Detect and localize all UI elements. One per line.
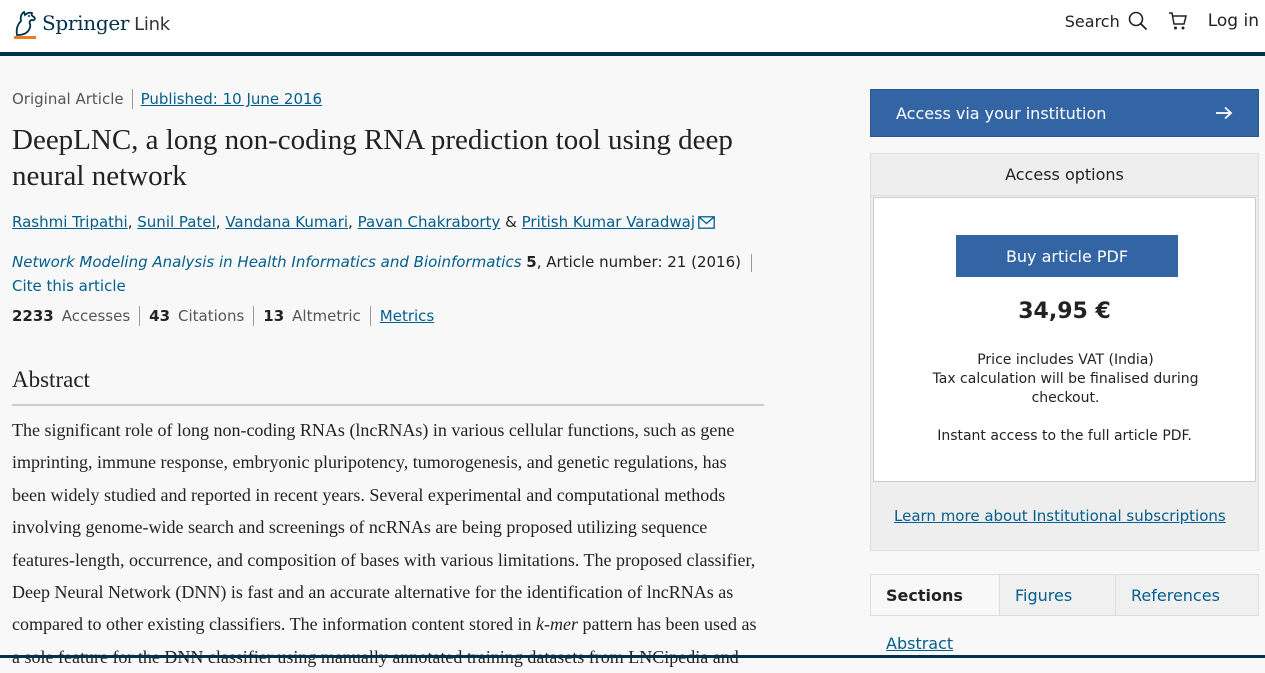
access-options-panel: Access options Buy article PDF 34,95 € P… bbox=[870, 153, 1259, 551]
cart-button[interactable] bbox=[1168, 11, 1188, 31]
buy-article-card: Buy article PDF 34,95 € Price includes V… bbox=[873, 197, 1256, 482]
author-list: Rashmi Tripathi, Sunil Patel, Vandana Ku… bbox=[12, 212, 764, 232]
article-title: DeepLNC, a long non-coding RNA predictio… bbox=[12, 124, 733, 192]
journal-citation: Network Modeling Analysis in Health Info… bbox=[12, 250, 772, 298]
tab-sections[interactable]: Sections bbox=[871, 575, 999, 615]
arrow-right-icon bbox=[1216, 106, 1233, 120]
search-label: Search bbox=[1064, 11, 1120, 31]
article-type: Original Article bbox=[12, 90, 124, 108]
learn-more-container: Learn more about Institutional subscript… bbox=[894, 507, 1226, 525]
brand-name: Springer bbox=[42, 11, 130, 35]
horse-logo-icon bbox=[15, 10, 36, 36]
brand-suffix: Link bbox=[134, 14, 170, 35]
access-options-heading: Access options bbox=[871, 154, 1258, 196]
divider bbox=[369, 306, 371, 326]
vat-note: Price includes VAT (India) Tax calculati… bbox=[914, 351, 1217, 408]
author-ampersand: & bbox=[505, 213, 517, 231]
article-number: , Article number: 21 (2016) bbox=[536, 253, 741, 271]
section-tabs: Sections Figures References bbox=[870, 574, 1259, 616]
toc-container: Abstract bbox=[886, 634, 953, 653]
vat-line: Price includes VAT (India) bbox=[977, 352, 1154, 368]
divider bbox=[751, 253, 752, 272]
divider bbox=[253, 306, 255, 326]
springer-link-logo[interactable]: Springer Link bbox=[12, 6, 170, 40]
journal-volume: 5 bbox=[526, 253, 537, 271]
search-button[interactable]: Search bbox=[1065, 11, 1148, 31]
login-link[interactable]: Log in bbox=[1208, 11, 1259, 31]
altmetric-count: 13 bbox=[263, 307, 285, 325]
envelope-icon[interactable] bbox=[698, 216, 715, 229]
access-via-institution-button[interactable]: Access via your institution bbox=[870, 89, 1259, 137]
altmetric-label: Altmetric bbox=[292, 307, 361, 325]
citations-count: 43 bbox=[149, 307, 171, 325]
site-header: Springer Link Search Log in bbox=[0, 0, 1265, 56]
author-separator: , bbox=[215, 213, 221, 231]
article-price: 34,95 € bbox=[1018, 299, 1111, 324]
search-icon bbox=[1128, 11, 1147, 31]
logo-accent bbox=[14, 36, 36, 39]
accesses-label: Accesses bbox=[61, 307, 131, 325]
author-separator: , bbox=[127, 213, 133, 231]
author-link[interactable]: Rashmi Tripathi bbox=[12, 213, 128, 231]
author-separator: , bbox=[348, 213, 353, 231]
author-link[interactable]: Pavan Chakraborty bbox=[358, 213, 501, 231]
article-metrics: 2233 Accesses 43 Citations 13 Altmetric … bbox=[12, 305, 764, 327]
learn-more-link[interactable]: Learn more about Institutional subscript… bbox=[894, 507, 1226, 525]
cite-this-article-link[interactable]: Cite this article bbox=[12, 277, 126, 295]
divider bbox=[131, 89, 133, 109]
abstract-part: The significant role of long non-coding … bbox=[12, 420, 756, 635]
tab-figures[interactable]: Figures bbox=[999, 575, 1115, 615]
author-link[interactable]: Vandana Kumari bbox=[225, 213, 348, 231]
cart-icon bbox=[1168, 12, 1187, 30]
author-link[interactable]: Sunil Patel bbox=[137, 213, 215, 231]
metrics-link[interactable]: Metrics bbox=[380, 307, 434, 325]
published-date-link[interactable]: Published: 10 June 2016 bbox=[141, 90, 323, 108]
tax-line: Tax calculation will be finalised during… bbox=[932, 371, 1199, 406]
abstract-heading: Abstract bbox=[12, 367, 764, 406]
buy-article-pdf-button[interactable]: Buy article PDF bbox=[956, 235, 1178, 277]
accesses-count: 2233 bbox=[12, 307, 54, 325]
institution-button-label: Access via your institution bbox=[896, 103, 1107, 123]
divider bbox=[139, 306, 141, 326]
abstract-italic-term: k-mer bbox=[536, 614, 579, 635]
citations-label: Citations bbox=[178, 307, 245, 325]
journal-link[interactable]: Network Modeling Analysis in Health Info… bbox=[12, 253, 522, 271]
instant-access-note: Instant access to the full article PDF. bbox=[937, 428, 1192, 444]
article-meta: Original Article Published: 10 June 2016 bbox=[12, 88, 764, 110]
toc-abstract-link[interactable]: Abstract bbox=[886, 634, 953, 653]
tab-references[interactable]: References bbox=[1115, 575, 1258, 615]
author-link[interactable]: Pritish Kumar Varadwaj bbox=[522, 213, 695, 231]
abstract-text: The significant role of long non-coding … bbox=[12, 414, 762, 673]
article-main: Original Article Published: 10 June 2016… bbox=[12, 88, 764, 673]
